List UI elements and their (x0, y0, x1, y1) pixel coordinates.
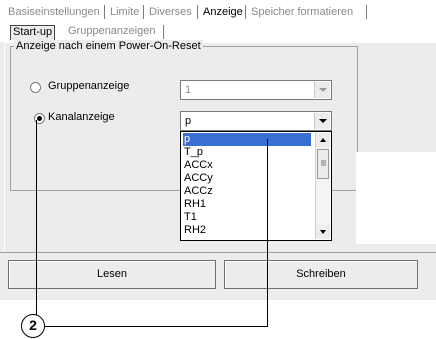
subtab-start-up[interactable]: Start-up (10, 25, 56, 40)
tab-separator (143, 5, 144, 19)
tab-separator (197, 5, 198, 19)
radio-kanalanzeige-label[interactable]: Kanalanzeige (48, 111, 115, 123)
arrow-up-icon (320, 138, 326, 142)
radio-selected-dot (37, 116, 42, 121)
tab-basiseinstellungen[interactable]: Basiseinstellungen (8, 4, 100, 20)
combo-dropdown-button[interactable] (314, 113, 330, 129)
scroll-down-button[interactable] (316, 225, 330, 239)
subtab-gruppenanzeigen[interactable]: Gruppenanzeigen (68, 25, 155, 40)
chevron-down-icon (319, 88, 327, 92)
blank-area (356, 152, 436, 244)
radio-gruppenanzeige[interactable] (30, 82, 41, 93)
gruppenanzeige-combo: 1 (180, 80, 332, 100)
tab-diverses[interactable]: Diverses (149, 4, 192, 20)
main-tab-bar: Basiseinstellungen Limite Diverses Anzei… (0, 0, 436, 22)
tab-separator (366, 5, 367, 19)
list-item[interactable]: RH1 (183, 198, 311, 211)
list-item[interactable]: ACCz (183, 185, 311, 198)
schreiben-button[interactable]: Schreiben (224, 260, 418, 289)
lesen-button[interactable]: Lesen (8, 260, 216, 289)
kanalanzeige-dropdown-list[interactable]: p T_p ACCx ACCy ACCz RH1 T1 RH2 (180, 131, 332, 241)
callout-leader-horizontal (45, 326, 268, 327)
sub-tab-bar: Start-up Gruppenanzeigen (0, 22, 436, 42)
gruppenanzeige-combo-value: 1 (185, 84, 192, 96)
settings-window: Basiseinstellungen Limite Diverses Anzei… (0, 0, 436, 300)
chevron-down-icon (319, 119, 327, 123)
tab-speicher-formatieren[interactable]: Speicher formatieren (251, 4, 353, 20)
tab-separator (163, 25, 164, 39)
dropdown-scrollbar[interactable] (315, 133, 330, 239)
kanalanzeige-combo-value: p (185, 115, 192, 127)
list-item[interactable]: p (183, 133, 311, 146)
callout-leader-vertical-1 (36, 120, 37, 315)
callout-number: 2 (21, 314, 45, 338)
list-item[interactable]: ACCy (183, 172, 311, 185)
scroll-thumb[interactable] (317, 149, 329, 179)
grip-icon (321, 160, 326, 166)
tab-separator (245, 5, 246, 19)
tab-separator (104, 5, 105, 19)
radio-gruppenanzeige-label[interactable]: Gruppenanzeige (48, 80, 129, 92)
kanalanzeige-combo[interactable]: p (180, 111, 332, 131)
list-item[interactable]: T_p (183, 146, 311, 159)
group-title: Anzeige nach einem Power-On-Reset (14, 40, 203, 52)
list-item[interactable]: T1 (183, 211, 311, 224)
tab-limite[interactable]: Limite (110, 4, 139, 20)
tab-anzeige[interactable]: Anzeige (203, 4, 243, 20)
list-item[interactable]: RH2 (183, 224, 311, 237)
callout-leader-vertical-2 (267, 139, 268, 327)
arrow-down-icon (320, 230, 326, 234)
scroll-up-button[interactable] (316, 133, 330, 147)
list-item[interactable]: ACCx (183, 159, 311, 172)
combo-dropdown-button (314, 82, 330, 98)
